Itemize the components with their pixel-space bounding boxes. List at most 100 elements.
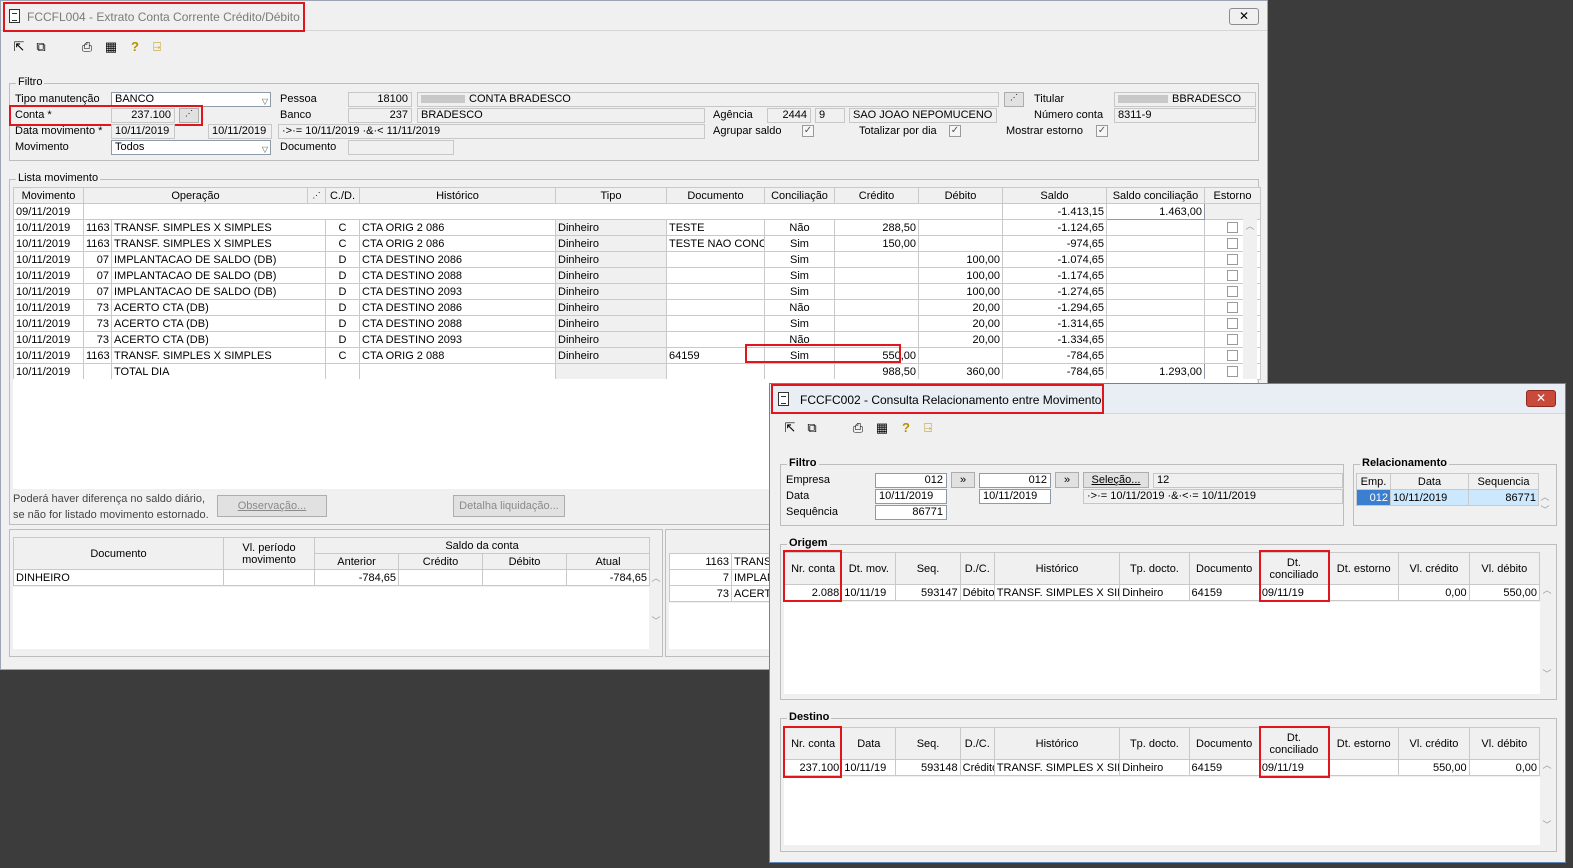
data-fim-field[interactable]: 10/11/2019 — [208, 124, 272, 139]
empresa-to-field[interactable]: 012 — [979, 473, 1051, 488]
table-row[interactable]: DINHEIRO -784,65 -784,65 — [13, 569, 651, 586]
pessoa-name-field: CONTA BRADESCO — [417, 92, 999, 107]
cell-saldo: -974,65 — [1002, 235, 1107, 252]
exit-icon[interactable]: ⇱ — [11, 39, 27, 55]
windows-icon[interactable]: ⧉ — [804, 420, 820, 436]
table-row[interactable]: 237.10010/11/19593148CréditoTRANSF. SIMP… — [783, 759, 1541, 776]
estorno-checkbox[interactable] — [1227, 318, 1238, 330]
cell-movimento: 10/11/2019 — [13, 283, 84, 300]
cell-operacao: ACERTO CTA (DB) — [111, 299, 326, 316]
banco-label: Banco — [280, 109, 312, 121]
cell-debito: 20,00 — [918, 299, 1003, 316]
saldo-scrollbar[interactable]: ︿ ﹀ — [649, 571, 663, 649]
cell-cd: D — [325, 299, 360, 316]
col-tipo: Tipo — [555, 187, 667, 204]
empresa-from-field[interactable]: 012 — [875, 473, 947, 488]
documento-field[interactable] — [348, 140, 454, 155]
cell-movimento: 09/11/2019 — [13, 203, 84, 220]
cell-conciliacao: Não — [764, 299, 835, 316]
empresa-arrow2-button[interactable]: » — [1055, 472, 1079, 488]
cell-conciliacao — [764, 363, 835, 380]
door-exit-icon[interactable]: ⍈ — [920, 420, 936, 436]
table-row[interactable]: 10/11/2019 1163 TRANSF. SIMPLES X SIMPLES C… — [13, 219, 1261, 236]
origem-scrollbar[interactable]: ︿ ﹀ — [1540, 584, 1554, 694]
cell-documento — [666, 251, 765, 268]
estorno-checkbox[interactable] — [1227, 238, 1238, 250]
grid-icon[interactable]: ▦ — [103, 39, 119, 55]
table-row[interactable]: 012 10/11/2019 86771 — [1356, 489, 1539, 506]
table-row[interactable]: 10/11/2019 07 IMPLANTACAO DE SALDO (DB) D CT… — [13, 283, 1261, 300]
table-row[interactable]: 10/11/2019 73 ACERTO CTA (DB) D CTA DESTINO … — [13, 299, 1261, 316]
destino-scrollbar[interactable]: ︿ ﹀ — [1540, 759, 1554, 845]
data-from-field[interactable]: 10/11/2019 — [875, 489, 947, 504]
banco-name-field: BRADESCO — [417, 108, 705, 123]
list-item[interactable]: 73 ACERT — [669, 585, 770, 602]
destino-title: Destino — [787, 711, 832, 723]
windows-icon[interactable]: ⧉ — [33, 39, 49, 55]
cell-saldo-conciliacao — [1106, 299, 1205, 316]
table-row[interactable]: 09/11/2019 -1.413,15 1.463,00 — [13, 203, 1261, 220]
estorno-checkbox[interactable] — [1227, 366, 1238, 378]
banco-code-field[interactable]: 237 — [348, 108, 412, 123]
grid-icon[interactable]: ▦ — [874, 420, 890, 436]
cell-saldo: -1.334,65 — [1002, 331, 1107, 348]
data-to-field[interactable]: 10/11/2019 — [979, 489, 1051, 504]
dialog-window: FCCFC002 - Consulta Relacionamento entre… — [769, 383, 1566, 863]
col-dt-estorno: Dt. estorno — [1328, 727, 1400, 760]
table-row[interactable]: 10/11/2019 1163 TRANSF. SIMPLES X SIMPLES C… — [13, 235, 1261, 252]
selecao-button[interactable]: Seleção... — [1083, 472, 1149, 488]
table-row[interactable]: 10/11/2019 07 IMPLANTACAO DE SALDO (DB) D CT… — [13, 267, 1261, 284]
relacionamento-scrollbar[interactable]: ︿ ﹀ — [1538, 490, 1552, 520]
print-icon[interactable]: ⎙ — [850, 420, 866, 436]
door-exit-icon[interactable]: ⍈ — [149, 39, 165, 55]
pessoa-code-field[interactable]: 18100 — [348, 92, 412, 107]
main-close-button[interactable]: ✕ — [1229, 8, 1259, 25]
total-row[interactable]: 10/11/2019 TOTAL DIA 988,50 360,00 -784,65 1.… — [13, 363, 1261, 380]
print-icon[interactable]: ⎙ — [79, 39, 95, 55]
observacao-button[interactable]: Observação... — [217, 495, 327, 517]
cell-cd: D — [325, 283, 360, 300]
detalha-liquidacao-button[interactable]: Detalha liquidação... — [453, 495, 565, 517]
agencia-code-field[interactable]: 2444 — [767, 108, 811, 123]
col-documento: Documento — [13, 537, 224, 570]
estorno-checkbox[interactable] — [1227, 350, 1238, 362]
sequencia-field[interactable]: 86771 — [875, 505, 947, 520]
table-row[interactable]: 2.088 10/11/19 593147 Débito TRANSF. SIMPLES… — [783, 584, 1541, 601]
conta-highlight — [9, 105, 203, 126]
cell-cd: D — [325, 315, 360, 332]
pessoa-lookup-button[interactable]: ⋰ — [1004, 92, 1024, 107]
table-row[interactable]: 10/11/2019 07 IMPLANTACAO DE SALDO (DB) D CT… — [13, 251, 1261, 268]
cell-debito — [482, 569, 567, 586]
estorno-checkbox[interactable] — [1227, 302, 1238, 314]
estorno-checkbox[interactable] — [1227, 286, 1238, 298]
data-movimento-label: Data movimento * — [15, 125, 103, 137]
data-inicio-field[interactable]: 10/11/2019 — [111, 124, 175, 139]
list-item[interactable]: 1163 TRANS — [669, 553, 770, 570]
estorno-checkbox[interactable] — [1227, 334, 1238, 346]
estorno-checkbox[interactable] — [1227, 222, 1238, 234]
totalizar-checkbox[interactable]: ✓ — [949, 125, 961, 137]
list-item[interactable]: 7IMPLAN — [669, 569, 770, 586]
cell-tipo: Dinheiro — [555, 251, 667, 268]
empresa-arrow-button[interactable]: » — [951, 472, 975, 488]
estorno-checkbox[interactable] — [1227, 254, 1238, 266]
cell-saldo: -784,65 — [1002, 363, 1107, 380]
dialog-close-button[interactable]: ✕ — [1526, 390, 1556, 407]
help-icon[interactable]: ? — [898, 420, 914, 436]
help-icon[interactable]: ? — [127, 39, 143, 55]
cell-operacao: TRANS — [731, 553, 770, 570]
cell-conciliacao: Sim — [764, 235, 835, 252]
estorno-checkbox[interactable] — [1227, 270, 1238, 282]
cell-credito — [834, 283, 919, 300]
cell-documento: 64159 — [1188, 584, 1260, 601]
table-row[interactable]: 10/11/2019 1163 TRANSF. SIMPLES X SIMPLES C… — [13, 347, 1261, 364]
agrupar-saldo-checkbox[interactable]: ✓ — [802, 125, 814, 137]
table-row[interactable]: 10/11/2019 73 ACERTO CTA (DB) D CTA DESTINO … — [13, 331, 1261, 348]
exit-icon[interactable]: ⇱ — [782, 420, 798, 436]
lista-scrollbar[interactable]: ︿ — [1243, 219, 1257, 379]
movimento-select[interactable]: Todos ▽ — [111, 140, 271, 155]
mostrar-estorno-checkbox[interactable]: ✓ — [1096, 125, 1108, 137]
table-row[interactable]: 10/11/2019 73 ACERTO CTA (DB) D CTA DESTINO … — [13, 315, 1261, 332]
sort-icon[interactable]: ⋰ — [307, 187, 326, 204]
cell-saldo-conciliacao — [1106, 219, 1205, 236]
